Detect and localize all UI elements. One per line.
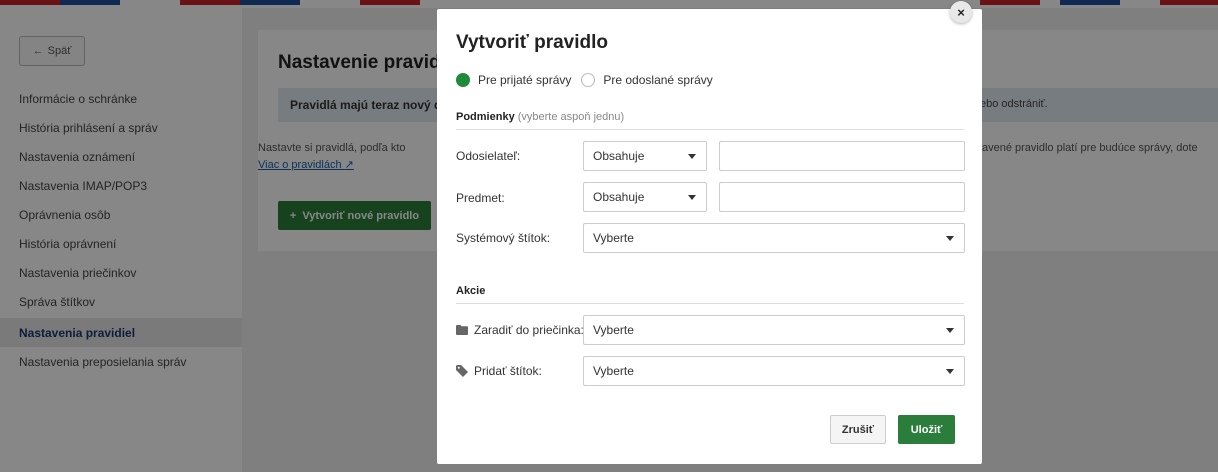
cancel-button[interactable]: Zrušiť [830, 415, 886, 444]
rule-direction-radios: Pre prijaté správy Pre odoslané správy [456, 73, 723, 87]
sender-input[interactable] [719, 141, 965, 171]
chevron-down-icon [946, 369, 954, 374]
conditions-heading: Podmienky (vyberte aspoň jednu) [456, 111, 964, 130]
move-to-folder-select[interactable]: Vyberte [583, 315, 965, 345]
folder-icon [456, 325, 468, 335]
chevron-down-icon [688, 195, 696, 200]
tag-icon [456, 365, 468, 377]
add-label-label: Pridať štítok: [456, 364, 542, 378]
system-label-select[interactable]: Vyberte [583, 223, 965, 253]
sender-operator-select[interactable]: Obsahuje [583, 141, 707, 171]
sender-label: Odosielateľ: [456, 149, 521, 163]
move-to-folder-label: Zaradiť do priečinka: [456, 323, 584, 337]
add-label-select[interactable]: Vyberte [583, 356, 965, 386]
subject-label: Predmet: [456, 191, 505, 205]
actions-heading: Akcie [456, 285, 964, 304]
create-rule-dialog: × Vytvoriť pravidlo Pre prijaté správy P… [437, 1, 982, 464]
chevron-down-icon [946, 236, 954, 241]
chevron-down-icon [688, 154, 696, 159]
radio-outgoing[interactable] [581, 73, 596, 87]
subject-input[interactable] [719, 182, 965, 212]
chevron-down-icon [946, 328, 954, 333]
dialog-title: Vytvoriť pravidlo [456, 32, 608, 53]
save-button[interactable]: Uložiť [898, 415, 955, 444]
system-label-label: Systémový štítok: [456, 231, 551, 245]
subject-operator-select[interactable]: Obsahuje [583, 182, 707, 212]
radio-incoming[interactable] [456, 73, 470, 87]
close-icon[interactable]: × [950, 1, 972, 23]
